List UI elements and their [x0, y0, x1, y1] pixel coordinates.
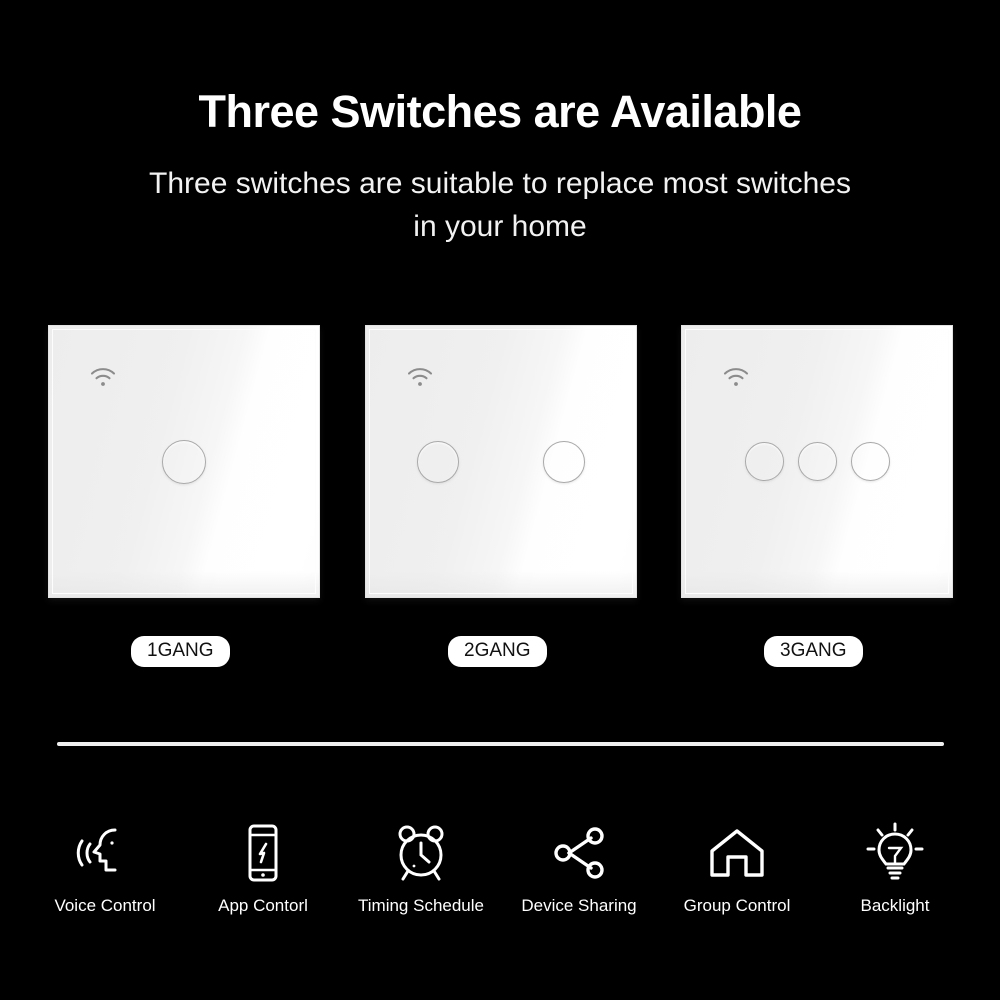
switch-panel-gallery	[0, 325, 1000, 600]
switch-panel-3gang[interactable]	[681, 325, 953, 598]
feature-item-device-sharing: Device Sharing	[504, 820, 654, 916]
feature-item-timing-schedule: Timing Schedule	[346, 820, 496, 916]
touch-button[interactable]	[162, 439, 206, 484]
feature-icon-wrap	[865, 820, 925, 886]
feature-icon-wrap	[706, 820, 768, 886]
feature-list: Voice Control App Contorl Timing Schedul…	[30, 820, 970, 916]
alarm-clock-icon	[398, 825, 444, 881]
feature-icon-wrap	[390, 820, 452, 886]
page-subtitle: Three switches are suitable to replace m…	[149, 167, 851, 243]
touch-button[interactable]	[417, 440, 459, 483]
house-icon	[710, 829, 764, 877]
gang-label-2gang: 2GANG	[448, 636, 547, 667]
smartphone-app-icon	[248, 824, 278, 882]
touch-button[interactable]	[850, 442, 890, 481]
feature-icon-wrap	[549, 820, 609, 886]
feature-label: Timing Schedule	[358, 896, 484, 915]
feature-icon-wrap	[237, 820, 289, 886]
light-bulb-icon	[866, 822, 924, 880]
touch-button-row	[682, 326, 952, 597]
feature-icon-wrap	[73, 820, 137, 886]
gang-label-1gang: 1GANG	[131, 636, 230, 667]
voice-control-icon	[76, 828, 117, 872]
touch-button[interactable]	[543, 440, 585, 483]
section-divider	[57, 742, 944, 746]
page-title: Three Switches are Available	[198, 86, 802, 137]
feature-label: Group Control	[683, 896, 791, 915]
touch-button[interactable]	[744, 442, 784, 481]
touch-button[interactable]	[797, 442, 837, 481]
feature-label: App Contorl	[218, 896, 308, 915]
feature-item-app-control: App Contorl	[188, 820, 338, 916]
feature-label: Device Sharing	[521, 896, 637, 915]
feature-item-voice-control: Voice Control	[30, 820, 180, 916]
touch-button-row	[366, 326, 636, 597]
feature-item-backlight: Backlight	[820, 820, 970, 916]
feature-label: Backlight	[860, 896, 930, 915]
feature-label: Voice Control	[54, 896, 156, 915]
product-feature-image: Three Switches are Available Three switc…	[0, 0, 1000, 1000]
switch-panel-1gang[interactable]	[48, 325, 320, 598]
gang-label-3gang: 3GANG	[764, 636, 863, 667]
touch-button-row	[49, 326, 319, 597]
share-nodes-icon	[554, 827, 604, 879]
feature-item-group-control: Group Control	[662, 820, 812, 916]
switch-panel-2gang[interactable]	[365, 325, 637, 598]
